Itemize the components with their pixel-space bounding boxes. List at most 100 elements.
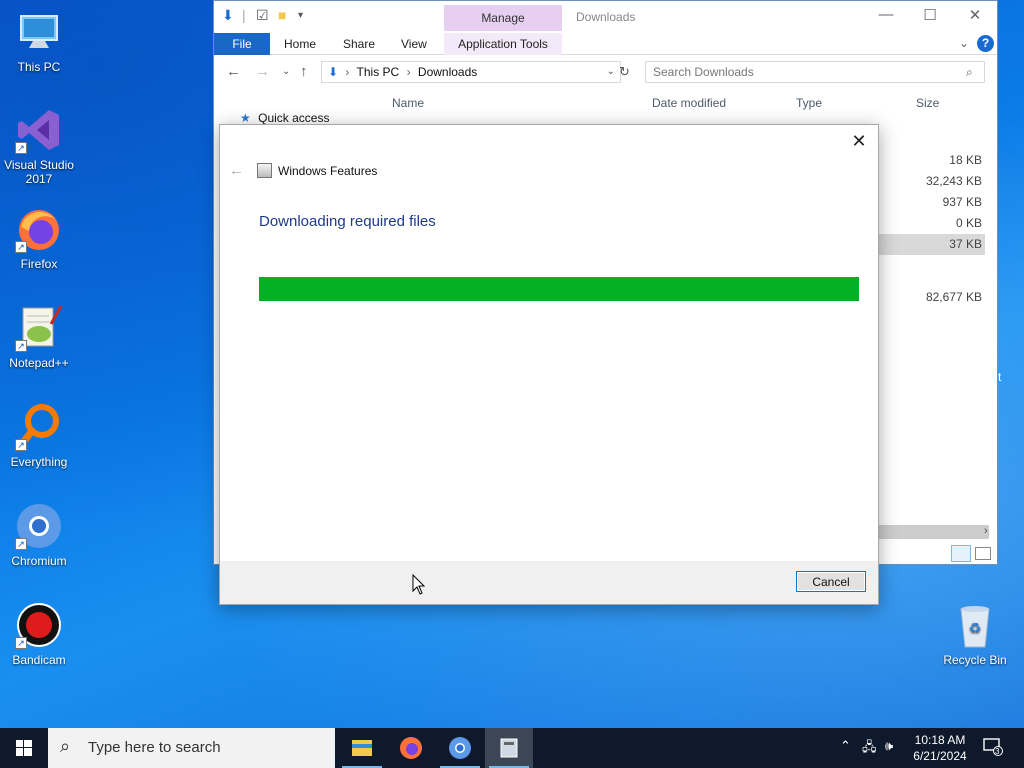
file-explorer-icon	[352, 740, 372, 756]
window-title: Downloads	[576, 10, 636, 24]
start-button[interactable]	[0, 728, 48, 768]
tab-home[interactable]: Home	[274, 33, 326, 55]
properties-icon[interactable]: ☑	[256, 7, 269, 24]
dialog-app-title: Windows Features	[278, 164, 378, 178]
desktop-icon-everything[interactable]: ↗ Everything	[1, 403, 77, 469]
recent-locations-icon[interactable]: ⌄	[282, 66, 290, 77]
file-size: 82,677 KB	[925, 290, 982, 304]
dialog-close-icon[interactable]: ✕	[848, 131, 870, 152]
downloads-location-icon: ⬇	[328, 65, 339, 79]
nav-quick-access[interactable]: ★ Quick access	[240, 111, 329, 125]
everything-icon: ↗	[15, 403, 63, 451]
forward-arrow-icon[interactable]: →	[255, 63, 270, 80]
taskbar: ⌕ Type here to search ⌃ 🖧 🕪 10:18 AM 6/2…	[0, 728, 1024, 768]
visual-studio-icon: ↗	[15, 106, 63, 154]
shortcut-arrow-icon: ↗	[15, 538, 27, 550]
windows-features-icon	[257, 163, 272, 178]
desktop-icon-label: Visual Studio 2017	[4, 158, 74, 186]
clock[interactable]: 10:18 AM 6/21/2024	[905, 732, 975, 764]
firefox-icon: ↗	[15, 205, 63, 253]
desktop-icon-chromium[interactable]: ↗ Chromium	[1, 502, 77, 568]
shortcut-arrow-icon: ↗	[15, 241, 27, 253]
star-icon: ★	[240, 111, 251, 125]
back-arrow-icon[interactable]: ←	[226, 63, 241, 80]
windows-features-dialog[interactable]: ✕ ← Windows Features Downloading require…	[219, 124, 879, 605]
file-size: 32,243 KB	[925, 174, 982, 188]
manage-tab[interactable]: Manage	[444, 5, 562, 31]
bandicam-icon: ↗	[15, 601, 63, 649]
taskbar-search-placeholder: Type here to search	[88, 739, 221, 756]
chromium-icon: ↗	[15, 502, 63, 550]
shortcut-arrow-icon: ↗	[15, 439, 27, 451]
address-dropdown-icon[interactable]: ⌄	[607, 62, 615, 82]
desktop-icon-label: Recycle Bin	[943, 653, 1007, 667]
download-progress-bar	[259, 277, 859, 301]
large-icons-view-icon[interactable]	[975, 547, 991, 560]
recycle-bin-icon: ♻	[951, 601, 999, 649]
taskbar-chromium[interactable]	[436, 728, 484, 768]
notification-count: 3	[995, 747, 1000, 756]
column-type[interactable]: Type	[796, 96, 822, 110]
desktop-icon-notepadpp[interactable]: ↗ Notepad++	[1, 304, 77, 370]
tab-application-tools[interactable]: Application Tools	[444, 33, 562, 55]
scroll-right-icon[interactable]: ›	[984, 525, 988, 537]
desktop-icon-recycle-bin[interactable]: ♻ Recycle Bin	[937, 601, 1013, 667]
download-folder-icon: ⬇	[222, 7, 234, 23]
desktop-icon-bandicam[interactable]: ↗ Bandicam	[1, 601, 77, 667]
taskbar-windows-features[interactable]	[485, 728, 533, 768]
up-arrow-icon[interactable]: ↑	[300, 63, 308, 80]
shortcut-arrow-icon: ↗	[15, 637, 27, 649]
svg-text:♻: ♻	[969, 621, 982, 637]
desktop-icon-visual-studio[interactable]: ↗ Visual Studio 2017	[1, 106, 77, 186]
desktop-icon-label: Bandicam	[12, 653, 66, 667]
shortcut-arrow-icon: ↗	[15, 340, 27, 352]
minimize-button[interactable]: —	[871, 6, 901, 23]
column-date-modified[interactable]: Date modified	[652, 96, 726, 110]
firefox-icon	[400, 737, 422, 759]
file-size: 937 KB	[942, 195, 982, 209]
tab-view[interactable]: View	[391, 33, 437, 55]
network-icon[interactable]: 🖧	[862, 738, 877, 760]
cancel-button[interactable]: Cancel	[796, 571, 866, 592]
desktop-icon-label: Firefox	[20, 257, 58, 271]
taskbar-search[interactable]: ⌕ Type here to search	[48, 728, 335, 768]
maximize-button[interactable]: ☐	[915, 6, 945, 24]
help-icon[interactable]: ?	[977, 35, 994, 52]
horizontal-scrollbar[interactable]	[877, 525, 989, 539]
new-folder-icon[interactable]: ■	[278, 7, 286, 23]
tab-share[interactable]: Share	[333, 33, 385, 55]
desktop-icon-label: Notepad++	[9, 356, 69, 370]
breadcrumb-this-pc[interactable]: This PC	[357, 65, 400, 79]
column-size[interactable]: Size	[916, 96, 939, 110]
dialog-back-arrow-icon[interactable]: ←	[229, 162, 244, 179]
details-view-icon[interactable]	[951, 545, 971, 562]
breadcrumb-downloads[interactable]: Downloads	[418, 65, 477, 79]
desktop-icon-label: Everything	[10, 455, 68, 469]
address-row: ← → ⌄ ↑ ⬇ › This PC › Downloads ⌄ ↻ Sear…	[214, 55, 997, 89]
notepadpp-icon: ↗	[15, 304, 63, 352]
taskbar-file-explorer[interactable]	[338, 728, 386, 768]
expand-ribbon-icon[interactable]: ⌄	[959, 36, 969, 50]
breadcrumb-separator: ›	[345, 65, 350, 79]
action-center-icon[interactable]: 3	[983, 738, 1003, 756]
desktop-icon-this-pc[interactable]: This PC	[1, 8, 77, 74]
taskbar-firefox[interactable]	[387, 728, 435, 768]
close-button[interactable]: ✕	[960, 6, 990, 24]
address-bar[interactable]: ⬇ › This PC › Downloads ⌄	[321, 61, 621, 83]
customize-toolbar-icon[interactable]: ▾	[298, 10, 303, 21]
tab-file[interactable]: File	[214, 33, 270, 55]
clock-date: 6/21/2024	[913, 749, 967, 763]
volume-icon[interactable]: 🕪	[885, 738, 893, 754]
shortcut-arrow-icon: ↗	[15, 142, 27, 154]
search-input[interactable]: Search Downloads	[645, 61, 985, 83]
windows-logo-icon	[16, 740, 32, 756]
explorer-titlebar[interactable]: ⬇ | ☑ ■ ▾ Manage Downloads — ☐ ✕	[214, 1, 997, 33]
show-hidden-icons-icon[interactable]: ⌃	[840, 738, 851, 754]
refresh-icon[interactable]: ↻	[619, 64, 630, 80]
column-name[interactable]: Name	[392, 96, 424, 110]
file-size: 18 KB	[949, 153, 982, 167]
dialog-heading: Downloading required files	[259, 213, 436, 230]
desktop-icon-firefox[interactable]: ↗ Firefox	[1, 205, 77, 271]
progress-fill	[259, 277, 859, 301]
divider-icon: |	[242, 7, 246, 23]
